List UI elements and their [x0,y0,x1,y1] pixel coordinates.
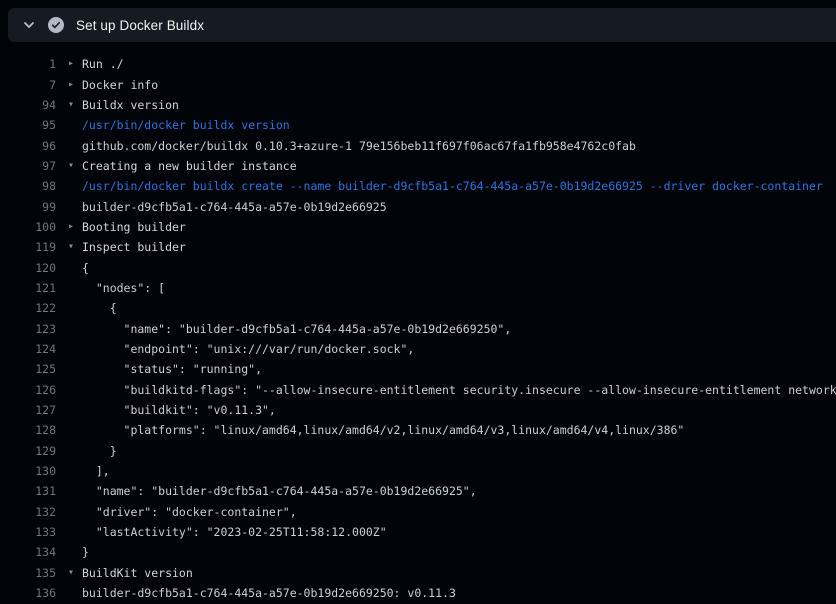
log-line-row: 122 { [0,298,836,318]
line-number[interactable]: 131 [0,484,56,498]
log-line-row: 95/usr/bin/docker buildx version [0,115,836,135]
line-number[interactable]: 119 [0,240,56,254]
log-line-row: 123 "name": "builder-d9cfb5a1-c764-445a-… [0,318,836,338]
output-text: "lastActivity": "2023-02-25T11:58:12.000… [82,525,387,539]
line-number[interactable]: 134 [0,545,56,559]
check-circle-icon [48,17,64,33]
step-title: Set up Docker Buildx [76,18,204,33]
log-group-row[interactable]: 135 ▾BuildKit version [0,563,836,583]
output-text: "endpoint": "unix:///var/run/docker.sock… [82,342,414,356]
log-line-row: 132 "driver": "docker-container", [0,502,836,522]
log-line-row: 126 "buildkitd-flags": "--allow-insecure… [0,380,836,400]
output-text: "name": "builder-d9cfb5a1-c764-445a-a57e… [82,484,477,498]
log-group-row[interactable]: 119 ▾Inspect builder [0,237,836,257]
log-line-row: 121 "nodes": [ [0,278,836,298]
group-collapsed-icon[interactable]: ▸ [68,222,82,232]
output-text: builder-d9cfb5a1-c764-445a-a57e-0b19d2e6… [82,200,387,214]
output-text: builder-d9cfb5a1-c764-445a-a57e-0b19d2e6… [82,586,456,600]
group-title: Booting builder [82,220,186,234]
group-expanded-icon[interactable]: ▾ [68,161,82,171]
log-line-row: 130 ], [0,461,836,481]
line-number[interactable]: 136 [0,586,56,600]
output-text: } [82,545,89,559]
output-text: ], [82,464,110,478]
log-line-row: 125 "status": "running", [0,359,836,379]
line-number[interactable]: 96 [0,139,56,153]
chevron-down-icon[interactable] [22,18,36,32]
line-number[interactable]: 133 [0,525,56,539]
log-line-row: 134} [0,542,836,562]
log-line-row: 133 "lastActivity": "2023-02-25T11:58:12… [0,522,836,542]
line-number[interactable]: 129 [0,444,56,458]
log-line-row: 96 github.com/docker/buildx 0.10.3+azure-… [0,135,836,155]
line-number[interactable]: 135 [0,566,56,580]
log-line-row: 99 builder-d9cfb5a1-c764-445a-a57e-0b19d2… [0,196,836,216]
group-title: Docker info [82,78,158,92]
log-group-row[interactable]: 100 ▸Booting builder [0,217,836,237]
log-group-row[interactable]: 1 ▸Run ./ [0,54,836,74]
line-number[interactable]: 1 [0,57,56,71]
output-text: { [82,261,89,275]
output-text: github.com/docker/buildx 0.10.3+azure-1 … [82,139,636,153]
line-number[interactable]: 94 [0,98,56,112]
step-header[interactable]: Set up Docker Buildx [8,8,836,42]
command-text: /usr/bin/docker buildx create --name bui… [82,179,823,193]
output-text: "name": "builder-d9cfb5a1-c764-445a-a57e… [82,322,511,336]
log-viewer: 1▸Run ./7▸Docker info94▾Buildx version95… [0,42,836,604]
line-number[interactable]: 95 [0,118,56,132]
log-line-row: 98/usr/bin/docker buildx create --name b… [0,176,836,196]
line-number[interactable]: 120 [0,261,56,275]
line-number[interactable]: 122 [0,301,56,315]
group-expanded-icon[interactable]: ▾ [68,568,82,578]
output-text: "nodes": [ [82,281,165,295]
group-title: Buildx version [82,98,179,112]
output-text: "buildkit": "v0.11.3", [82,403,276,417]
line-number[interactable]: 123 [0,322,56,336]
command-text: /usr/bin/docker buildx version [82,118,290,132]
output-text: } [82,444,117,458]
log-line-row: 128 "platforms": "linux/amd64,linux/amd6… [0,420,836,440]
line-number[interactable]: 98 [0,179,56,193]
line-number[interactable]: 128 [0,423,56,437]
line-number[interactable]: 127 [0,403,56,417]
log-line-row: 129 } [0,441,836,461]
output-text: { [82,301,117,315]
log-line-row: 131 "name": "builder-d9cfb5a1-c764-445a-… [0,481,836,501]
line-number[interactable]: 121 [0,281,56,295]
group-title: Creating a new builder instance [82,159,297,173]
line-number[interactable]: 99 [0,200,56,214]
group-title: Run ./ [82,57,124,71]
group-title: BuildKit version [82,566,193,580]
line-number[interactable]: 100 [0,220,56,234]
group-collapsed-icon[interactable]: ▸ [68,80,82,90]
log-group-row[interactable]: 7 ▸Docker info [0,74,836,94]
log-line-row: 120 { [0,257,836,277]
group-title: Inspect builder [82,240,186,254]
output-text: "buildkitd-flags": "--allow-insecure-ent… [82,383,836,397]
log-line-row: 136 builder-d9cfb5a1-c764-445a-a57e-0b19d… [0,583,836,603]
log-line-row: 124 "endpoint": "unix:///var/run/docker.… [0,339,836,359]
group-expanded-icon[interactable]: ▾ [68,242,82,252]
line-number[interactable]: 97 [0,159,56,173]
output-text: "driver": "docker-container", [82,505,297,519]
log-lines: 1▸Run ./7▸Docker info94▾Buildx version95… [0,54,836,603]
group-collapsed-icon[interactable]: ▸ [68,59,82,69]
log-line-row: 127 "buildkit": "v0.11.3", [0,400,836,420]
output-text: "status": "running", [82,362,262,376]
log-group-row[interactable]: 94 ▾Buildx version [0,95,836,115]
line-number[interactable]: 126 [0,383,56,397]
line-number[interactable]: 125 [0,362,56,376]
line-number[interactable]: 7 [0,78,56,92]
log-group-row[interactable]: 97 ▾Creating a new builder instance [0,156,836,176]
group-expanded-icon[interactable]: ▾ [68,100,82,110]
line-number[interactable]: 130 [0,464,56,478]
line-number[interactable]: 132 [0,505,56,519]
line-number[interactable]: 124 [0,342,56,356]
output-text: "platforms": "linux/amd64,linux/amd64/v2… [82,423,684,437]
